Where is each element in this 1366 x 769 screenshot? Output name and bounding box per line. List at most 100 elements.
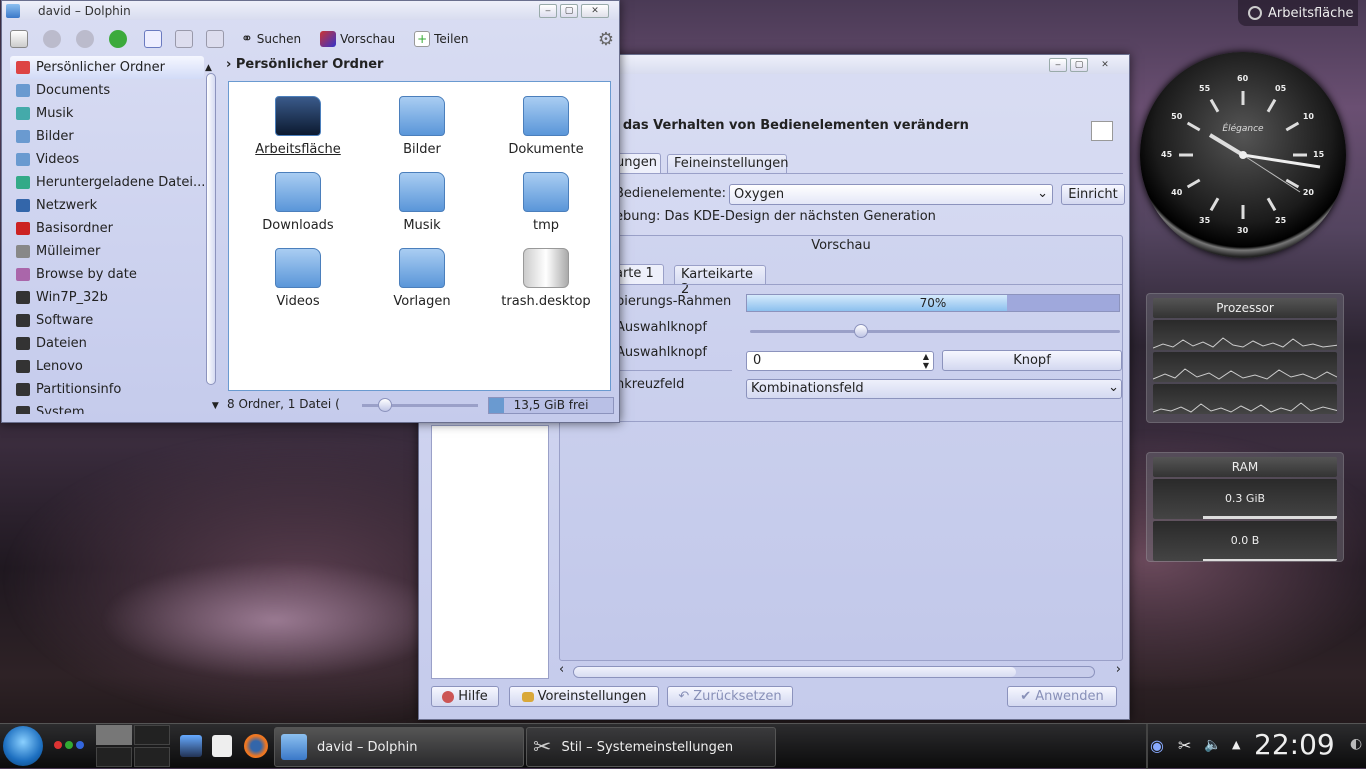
file-item[interactable]: Videos	[243, 248, 353, 309]
dolphin-app-icon[interactable]	[6, 3, 20, 18]
file-item[interactable]: Downloads	[243, 172, 353, 233]
tab-fine-tuning[interactable]: Feineinstellungen	[667, 154, 789, 174]
kde-menu-icon[interactable]	[3, 726, 43, 766]
forward-icon[interactable]	[76, 30, 94, 48]
scroll-right-icon[interactable]: ›	[1116, 662, 1121, 677]
activities-icon[interactable]	[54, 741, 84, 749]
place-item[interactable]: Videos	[10, 148, 204, 171]
place-item[interactable]: Software	[10, 309, 204, 332]
free-space-indicator[interactable]: 13,5 GiB frei	[488, 397, 614, 414]
kwrite-icon[interactable]	[212, 735, 232, 757]
file-item[interactable]: Musik	[367, 172, 477, 233]
search-button[interactable]: ⚭ Suchen	[237, 29, 305, 49]
slider-handle[interactable]	[854, 324, 868, 338]
horizontal-scrollbar[interactable]: ‹ ›	[559, 662, 1123, 679]
place-item[interactable]: Persönlicher Ordner	[10, 56, 204, 79]
place-item[interactable]: Basisordner	[10, 217, 204, 240]
columns-view-icon[interactable]	[206, 30, 224, 48]
zoom-slider[interactable]	[362, 398, 478, 412]
place-label: Persönlicher Ordner	[36, 60, 165, 75]
firefox-icon[interactable]	[244, 734, 268, 758]
minimize-button[interactable]: ‒	[539, 3, 557, 18]
panel-toolbox-icon[interactable]: ◐	[1350, 736, 1362, 752]
place-item[interactable]: Browse by date	[10, 263, 204, 286]
desktop-2[interactable]	[134, 725, 170, 745]
configure-button[interactable]: Einricht	[1061, 184, 1125, 205]
dolphin-titlebar[interactable]: david – Dolphin ‒ ▢ ✕	[2, 1, 619, 20]
place-item[interactable]: Dateien	[10, 332, 204, 355]
desktop-4[interactable]	[134, 747, 170, 767]
place-item[interactable]: Win7P_32b	[10, 286, 204, 309]
breadcrumb-label[interactable]: Persönlicher Ordner	[236, 57, 384, 72]
place-item[interactable]: Bilder	[10, 125, 204, 148]
preview-push-button[interactable]: Knopf	[942, 350, 1122, 371]
task-system-settings[interactable]: ✂ Stil – Systemeinstellungen	[526, 727, 776, 767]
file-item[interactable]: Vorlagen	[367, 248, 477, 309]
zoom-handle[interactable]	[378, 398, 393, 412]
preview-combobox[interactable]: Kombinationsfeld ⌄	[746, 379, 1122, 399]
place-item[interactable]: Partitionsinfo	[10, 378, 204, 401]
maximize-button[interactable]: ▢	[560, 3, 578, 18]
scroll-left-icon[interactable]: ‹	[559, 662, 564, 677]
place-item[interactable]: System	[10, 401, 204, 414]
clock-number: 50	[1171, 112, 1183, 121]
apply-button[interactable]: ✔ Anwenden	[1007, 686, 1117, 707]
desktop-toolbox-button[interactable]: Arbeitsfläche	[1238, 0, 1358, 26]
icons-view-icon[interactable]	[144, 30, 162, 48]
place-item[interactable]: Netzwerk	[10, 194, 204, 217]
reset-button[interactable]: ↶ Zurücksetzen	[667, 686, 793, 707]
preview-separator	[610, 370, 732, 371]
close-button[interactable]: ✕	[1091, 58, 1119, 72]
desktop-3[interactable]	[96, 747, 132, 767]
desktop-1[interactable]	[96, 725, 132, 745]
preview-tab-2[interactable]: Karteikarte 2	[674, 265, 766, 297]
up-icon[interactable]	[109, 30, 127, 48]
clock-time[interactable]: 22:09	[1254, 728, 1335, 761]
clock-number: 25	[1275, 215, 1287, 225]
volume-icon[interactable]: 🔈	[1204, 737, 1221, 753]
task-dolphin[interactable]: david – Dolphin	[274, 727, 524, 767]
preview-icon	[320, 31, 337, 47]
place-item[interactable]: Documents	[10, 79, 204, 102]
preview-radio-2[interactable]: Auswahlknopf	[616, 345, 707, 360]
file-item[interactable]: trash.desktop	[491, 248, 601, 309]
widget-style-combobox[interactable]: Oxygen ⌄	[729, 184, 1053, 205]
place-item[interactable]: Mülleimer	[10, 240, 204, 263]
defaults-button[interactable]: Voreinstellungen	[509, 686, 659, 707]
place-item[interactable]: Musik	[10, 102, 204, 125]
file-item[interactable]: Bilder	[367, 96, 477, 157]
spin-arrows-icon[interactable]: ▲ ▼	[923, 352, 929, 370]
place-icon	[16, 383, 30, 396]
file-view[interactable]: Arbeitsfläche Bilder Dokumente Downloads Mus…	[228, 81, 611, 391]
scroll-down-icon[interactable]: ▼	[212, 401, 219, 411]
close-button[interactable]: ✕	[581, 3, 609, 18]
preview-spinbox[interactable]: 0 ▲ ▼	[746, 351, 934, 371]
place-item[interactable]: Lenovo	[10, 355, 204, 378]
places-scrollbar[interactable]: ▲ ▼	[205, 59, 219, 411]
place-item[interactable]: Heruntergeladene Datei...	[10, 171, 204, 194]
maximize-button[interactable]: ▢	[1070, 57, 1088, 72]
configure-icon[interactable]: ⚙	[598, 29, 614, 50]
home-icon[interactable]	[10, 30, 28, 48]
kde-tool-icon[interactable]	[180, 735, 202, 757]
klipper-icon[interactable]: ✂	[1178, 736, 1191, 755]
preview-checkbox[interactable]: nkreuzfeld	[616, 377, 684, 392]
preview-radio-1[interactable]: Auswahlknopf	[616, 320, 707, 335]
settings-category-list[interactable]	[431, 425, 549, 679]
network-icon[interactable]: ◉	[1150, 736, 1164, 755]
preview-slider[interactable]	[750, 324, 1120, 338]
share-button[interactable]: + Teilen	[410, 29, 472, 49]
preview-button[interactable]: Vorschau	[316, 29, 399, 49]
details-view-icon[interactable]	[175, 30, 193, 48]
breadcrumb[interactable]: › Persönlicher Ordner	[226, 57, 383, 72]
help-button[interactable]: Hilfe	[431, 686, 499, 707]
tray-expand-icon[interactable]: ▲	[1232, 738, 1240, 751]
back-icon[interactable]	[43, 30, 61, 48]
virtual-desktop-pager[interactable]	[96, 725, 172, 767]
file-item[interactable]: tmp	[491, 172, 601, 233]
ram-monitor-widget: RAM 0.3 GiB 0.0 B	[1146, 452, 1344, 562]
minimize-button[interactable]: ‒	[1049, 57, 1067, 72]
file-item[interactable]: Dokumente	[491, 96, 601, 157]
file-item[interactable]: Arbeitsfläche	[243, 96, 353, 157]
scroll-up-icon[interactable]: ▲	[205, 63, 212, 73]
